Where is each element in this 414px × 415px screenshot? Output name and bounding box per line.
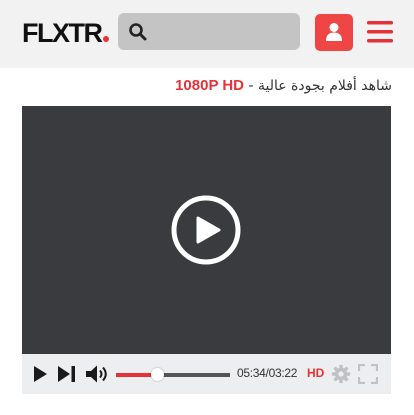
video-player[interactable]: 05:34/03:22 HD — [22, 106, 391, 394]
page-tagline: شاهد أفلام بجودة عالية - 1080P HD — [175, 74, 392, 98]
time-display: 05:34/03:22 — [237, 366, 297, 380]
search-icon[interactable] — [128, 22, 148, 42]
big-play-button[interactable] — [170, 194, 242, 266]
player-controls: 05:34/03:22 HD — [22, 354, 391, 394]
site-logo[interactable]: FLXTR — [22, 18, 109, 48]
site-header: FLXTR — [0, 0, 414, 68]
hamburger-menu-icon[interactable] — [367, 19, 393, 45]
next-icon[interactable] — [57, 365, 77, 383]
tagline-text: شاهد أفلام بجودة عالية - — [244, 78, 392, 94]
logo-dot — [102, 36, 109, 42]
progress-handle[interactable] — [151, 368, 165, 381]
user-icon — [326, 23, 342, 41]
play-icon[interactable] — [32, 365, 48, 383]
fullscreen-icon[interactable] — [358, 364, 378, 384]
user-account-button[interactable] — [315, 14, 353, 51]
current-time: 05:34 — [237, 366, 266, 380]
volume-icon[interactable] — [85, 364, 110, 384]
search-bar[interactable] — [118, 13, 300, 52]
duration: 03:22 — [268, 366, 298, 380]
progress-bar[interactable] — [116, 368, 230, 381]
quality-badge[interactable]: HD — [307, 366, 324, 380]
search-input[interactable] — [152, 13, 296, 52]
gear-icon[interactable] — [331, 364, 351, 384]
tagline-quality: 1080P HD — [175, 77, 245, 94]
